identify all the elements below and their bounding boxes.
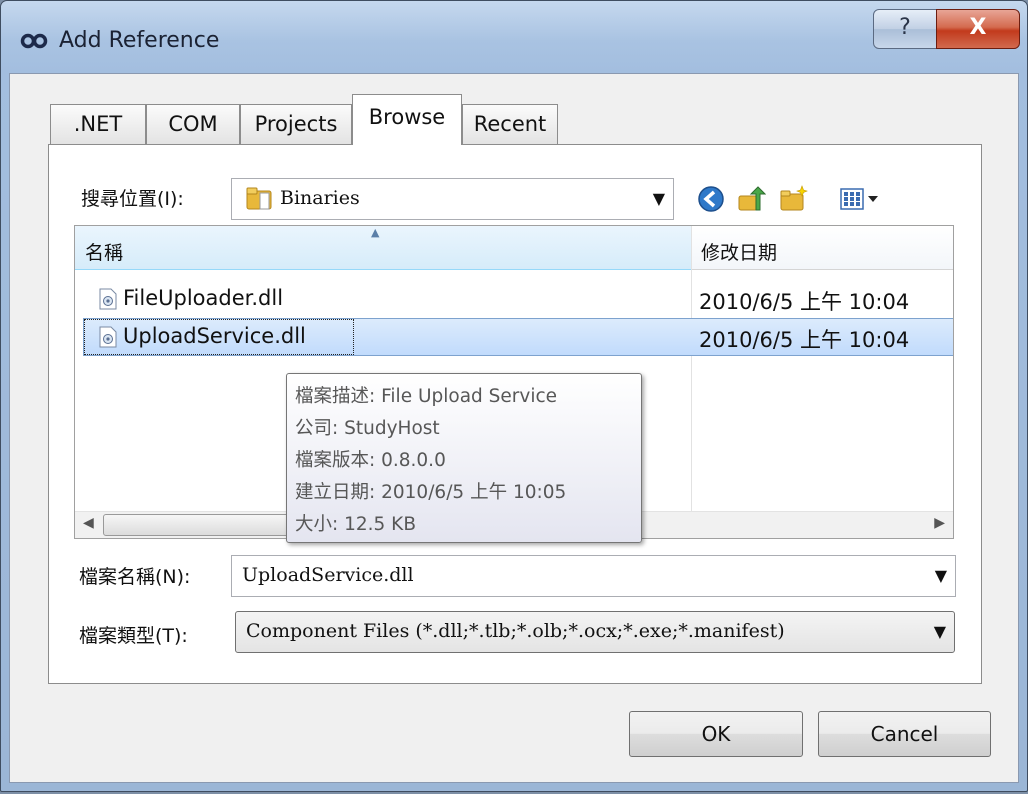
file-info-tooltip: 檔案描述: File Upload Service 公司: StudyHost …: [286, 373, 642, 543]
chevron-down-icon: ▼: [933, 622, 946, 641]
file-row-uploadservice[interactable]: UploadService.dll 2010/6/5 上午 10:04: [83, 318, 953, 356]
scroll-left-icon[interactable]: ◀: [83, 515, 94, 531]
cancel-button[interactable]: Cancel: [818, 711, 991, 757]
dll-file-icon: [99, 288, 117, 310]
chevron-down-icon: ▼: [934, 566, 947, 585]
title-bar[interactable]: Add Reference ? X: [1, 1, 1027, 81]
back-icon[interactable]: [696, 184, 726, 214]
file-name-label: 檔案名稱(N):: [79, 566, 191, 588]
up-folder-icon[interactable]: [736, 184, 766, 214]
window-title: Add Reference: [59, 28, 220, 53]
tooltip-version: 檔案版本: 0.8.0.0: [295, 450, 446, 471]
chevron-down-icon: ▼: [652, 189, 665, 208]
file-modified-date: 2010/6/5 上午 10:04: [699, 328, 910, 352]
file-type-value: Component Files (*.dll;*.tlb;*.olb;*.ocx…: [246, 620, 785, 642]
column-header-modified-label: 修改日期: [701, 242, 778, 264]
tab-browse[interactable]: Browse: [352, 94, 462, 145]
reference-link-icon: [20, 33, 48, 49]
column-header-name[interactable]: 名稱 ▲: [75, 226, 691, 270]
column-separator: [691, 226, 692, 516]
add-reference-dialog: Add Reference ? X .NET COM Projects Brow…: [0, 0, 1028, 792]
dll-file-icon: [99, 326, 117, 348]
column-header-modified[interactable]: 修改日期: [691, 226, 953, 270]
file-modified-date: 2010/6/5 上午 10:04: [699, 290, 910, 314]
sort-ascending-icon: ▲: [371, 226, 380, 239]
help-button[interactable]: ?: [873, 9, 937, 49]
file-type-label: 檔案類型(T):: [79, 625, 188, 647]
scrollbar-thumb[interactable]: [103, 514, 295, 536]
look-in-dropdown[interactable]: Binaries ▼: [231, 178, 674, 220]
tooltip-created: 建立日期: 2010/6/5 上午 10:05: [295, 482, 567, 503]
file-type-dropdown[interactable]: Component Files (*.dll;*.tlb;*.olb;*.ocx…: [235, 611, 955, 653]
folder-icon: [246, 187, 272, 210]
tab-recent[interactable]: Recent: [462, 104, 558, 144]
column-header-name-label: 名稱: [85, 242, 124, 264]
tooltip-company: 公司: StudyHost: [295, 418, 440, 439]
tooltip-description: 檔案描述: File Upload Service: [295, 386, 558, 407]
tab-projects[interactable]: Projects: [240, 104, 352, 144]
close-button[interactable]: X: [936, 9, 1020, 49]
file-name: FileUploader.dll: [123, 286, 284, 310]
file-name-value: UploadService.dll: [242, 564, 414, 586]
new-folder-icon[interactable]: [778, 184, 808, 214]
file-name: UploadService.dll: [123, 324, 306, 348]
scroll-right-icon[interactable]: ▶: [934, 515, 945, 531]
tab-com[interactable]: COM: [146, 104, 240, 144]
look-in-value: Binaries: [280, 187, 360, 209]
ok-button[interactable]: OK: [629, 711, 803, 757]
tooltip-size: 大小: 12.5 KB: [295, 514, 417, 535]
file-row-fileuploader[interactable]: FileUploader.dll 2010/6/5 上午 10:04: [83, 280, 953, 318]
file-name-input[interactable]: UploadService.dll ▼: [231, 555, 956, 597]
views-menu-icon[interactable]: [838, 184, 884, 214]
tab-dotnet[interactable]: .NET: [50, 104, 146, 144]
look-in-label: 搜尋位置(I):: [81, 188, 184, 210]
